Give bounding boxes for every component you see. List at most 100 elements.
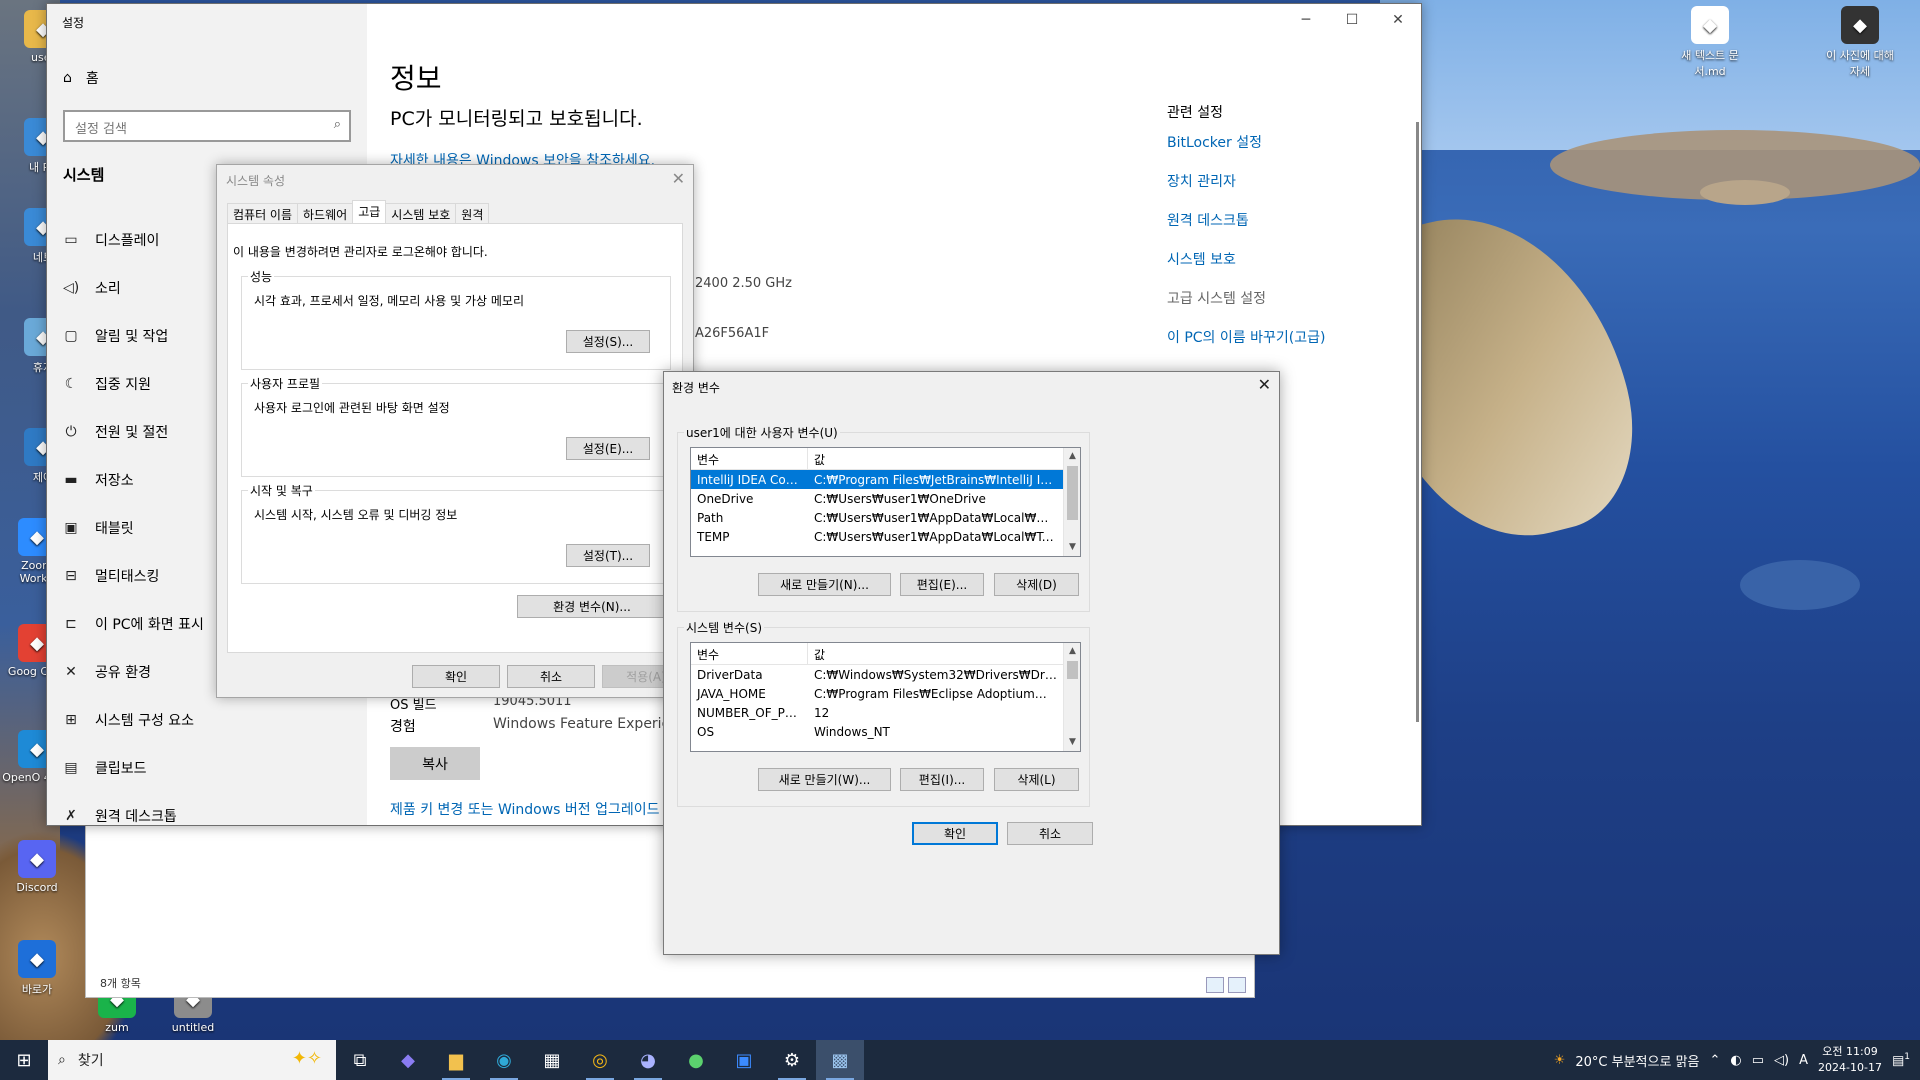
explorer-view-toggle[interactable] [1206,977,1246,993]
value-column-header[interactable]: 값 [808,448,831,469]
sidebar-item[interactable]: ▬ 저장소 [63,456,204,504]
related-setting-link[interactable]: 장치 관리자 [1167,171,1325,210]
store-icon[interactable]: ▦ [528,1040,576,1080]
system-variables-list[interactable]: 변수 값 DriverData C:₩Windows₩System32₩Drive… [690,642,1081,752]
product-key-link[interactable]: 제품 키 변경 또는 Windows 버전 업그레이드 [390,799,660,819]
vertical-scrollbar[interactable]: ▲ ▼ [1063,643,1080,751]
startup-settings-button[interactable]: 설정(T)... [566,544,650,567]
volume-icon[interactable]: ◁) [1774,1053,1789,1068]
sidebar-item[interactable]: ▤ 클립보드 [63,744,204,792]
task-view-icon[interactable]: ⧉ [336,1040,384,1080]
sidebar-item[interactable]: ⏻ 전원 및 절전 [63,408,204,456]
related-setting-link[interactable]: 원격 데스크톱 [1167,210,1325,249]
system-delete-button[interactable]: 삭제(L) [994,768,1079,791]
edge-icon[interactable]: ◉ [480,1040,528,1080]
system-variable-row[interactable]: JAVA_HOME C:₩Program Files₩Eclipse Adopti… [691,684,1080,703]
close-icon[interactable]: ✕ [672,169,685,188]
taskbar-search-box[interactable]: ⌕ 찾기 ✦✧ [48,1040,336,1080]
weather-text[interactable]: 20°C 부분적으로 맑음 [1575,1051,1699,1070]
sidebar-item[interactable]: ▭ 디스플레이 [63,216,204,264]
scroll-thumb[interactable] [1067,466,1078,520]
scroll-up-icon[interactable]: ▲ [1064,643,1080,660]
cancel-button[interactable]: 취소 [507,665,595,688]
close-icon[interactable]: ✕ [1258,375,1271,394]
desktop-shortcut[interactable]: ◆ Discord [2,840,72,894]
network-icon[interactable]: ▭ [1752,1053,1764,1068]
zoom-icon[interactable]: ▣ [720,1040,768,1080]
clock[interactable]: 오전 11:09 2024-10-17 [1818,1044,1882,1076]
settings-scrollbar[interactable] [1416,122,1419,722]
scroll-down-icon[interactable]: ▼ [1064,734,1080,751]
sidebar-item[interactable]: ▣ 태블릿 [63,504,204,552]
sidebar-item[interactable]: ◁) 소리 [63,264,204,312]
chevron-up-icon[interactable]: ⌃ [1710,1053,1721,1068]
meet-icon[interactable]: ◐ [1730,1053,1741,1068]
related-setting-link[interactable]: 이 PC의 이름 바꾸기(고급) [1167,327,1325,366]
sidebar-item[interactable]: ⊏ 이 PC에 화면 표시 [63,600,204,648]
tab-item[interactable]: 하드웨어 [297,203,354,223]
desktop-shortcut[interactable]: ◆ 바로가 [2,940,72,997]
eclipse-icon[interactable]: ● [672,1040,720,1080]
desktop-shortcut[interactable]: ◆ 이 사진에 대해 자세 [1825,6,1895,79]
related-setting-link[interactable]: BitLocker 설정 [1167,132,1325,171]
tab-item[interactable]: 시스템 보호 [385,203,457,223]
close-icon[interactable]: ✕ [1375,4,1421,36]
scroll-thumb[interactable] [1067,661,1078,679]
ok-button[interactable]: 확인 [412,665,500,688]
sidebar-item[interactable]: ☾ 집중 지원 [63,360,204,408]
details-view-icon[interactable] [1206,977,1224,993]
weather-icon[interactable]: ☀ [1554,1053,1566,1068]
user-new-button[interactable]: 새로 만들기(N)... [758,573,891,596]
home-link[interactable]: ⌂ 홈 [63,68,99,88]
tab-item[interactable]: 고급 [352,200,387,223]
performance-settings-button[interactable]: 설정(S)... [566,330,650,353]
system-variable-row[interactable]: OS Windows_NT [691,722,1080,741]
profile-settings-button[interactable]: 설정(E)... [566,437,650,460]
ok-button[interactable]: 확인 [912,822,998,845]
tab-item[interactable]: 컴퓨터 이름 [227,203,299,223]
settings-icon[interactable]: ⚙ [768,1040,816,1080]
sidebar-item[interactable]: ✗ 원격 데스크톱 [63,792,204,840]
user-edit-button[interactable]: 편집(E)... [900,573,984,596]
user-variable-row[interactable]: Path C:₩Users₩user1₩AppData₩Local₩Microso… [691,508,1080,527]
system-properties-icon[interactable]: ▩ [816,1040,864,1080]
user-variable-row[interactable]: IntelliJ IDEA Com... C:₩Program Files₩Jet… [691,470,1080,489]
settings-search-input[interactable]: 설정 검색 ⌕ [63,110,351,142]
tab-item[interactable]: 원격 [455,203,490,223]
user-variable-row[interactable]: OneDrive C:₩Users₩user1₩OneDrive [691,489,1080,508]
maximize-icon[interactable]: ☐ [1329,4,1375,36]
user-delete-button[interactable]: 삭제(D) [994,573,1079,596]
variable-column-header[interactable]: 변수 [691,643,808,664]
desktop-shortcut[interactable]: ◆ 새 텍스트 문서.md [1675,6,1745,79]
sidebar-item[interactable]: ▢ 알림 및 작업 [63,312,204,360]
large-icons-view-icon[interactable] [1228,977,1246,993]
scroll-up-icon[interactable]: ▲ [1064,448,1080,465]
ime-indicator[interactable]: A [1799,1053,1808,1068]
chrome-icon[interactable]: ◎ [576,1040,624,1080]
system-variable-row[interactable]: NUMBER_OF_PRO... 12 [691,703,1080,722]
sidebar-item[interactable]: ✕ 공유 환경 [63,648,204,696]
minimize-icon[interactable]: ─ [1283,4,1329,36]
cancel-button[interactable]: 취소 [1007,822,1093,845]
discord-icon[interactable]: ◕ [624,1040,672,1080]
value-column-header[interactable]: 값 [808,643,831,664]
vertical-scrollbar[interactable]: ▲ ▼ [1063,448,1080,556]
system-variable-row[interactable]: DriverData C:₩Windows₩System32₩Drivers₩Dr… [691,665,1080,684]
related-setting-link: 고급 시스템 설정 [1167,291,1267,307]
scroll-down-icon[interactable]: ▼ [1064,539,1080,556]
system-edit-button[interactable]: 편집(I)... [900,768,984,791]
variable-column-header[interactable]: 변수 [691,448,808,469]
user-variable-row[interactable]: TEMP C:₩Users₩user1₩AppData₩Local₩Temp [691,527,1080,546]
notification-icon[interactable]: ▤1 [1892,1052,1910,1068]
system-new-button[interactable]: 새로 만들기(W)... [758,768,891,791]
environment-variables-button[interactable]: 환경 변수(N)... [517,595,667,618]
copy-button[interactable]: 복사 [390,747,480,780]
start-button[interactable]: ⊞ [0,1040,48,1080]
system-properties-dialog: 시스템 속성 ✕ 컴퓨터 이름 하드웨어 고급 시스템 보호 원격 이 내용을 변경하려… [216,164,694,698]
user-variables-list[interactable]: 변수 값 IntelliJ IDEA Com... C:₩Program File… [690,447,1081,557]
related-setting-link[interactable]: 시스템 보호 [1167,249,1325,288]
sidebar-item[interactable]: ⊟ 멀티태스킹 [63,552,204,600]
file-explorer-icon[interactable]: ▆ [432,1040,480,1080]
sidebar-item[interactable]: ⊞ 시스템 구성 요소 [63,696,204,744]
copilot-icon[interactable]: ◆ [384,1040,432,1080]
